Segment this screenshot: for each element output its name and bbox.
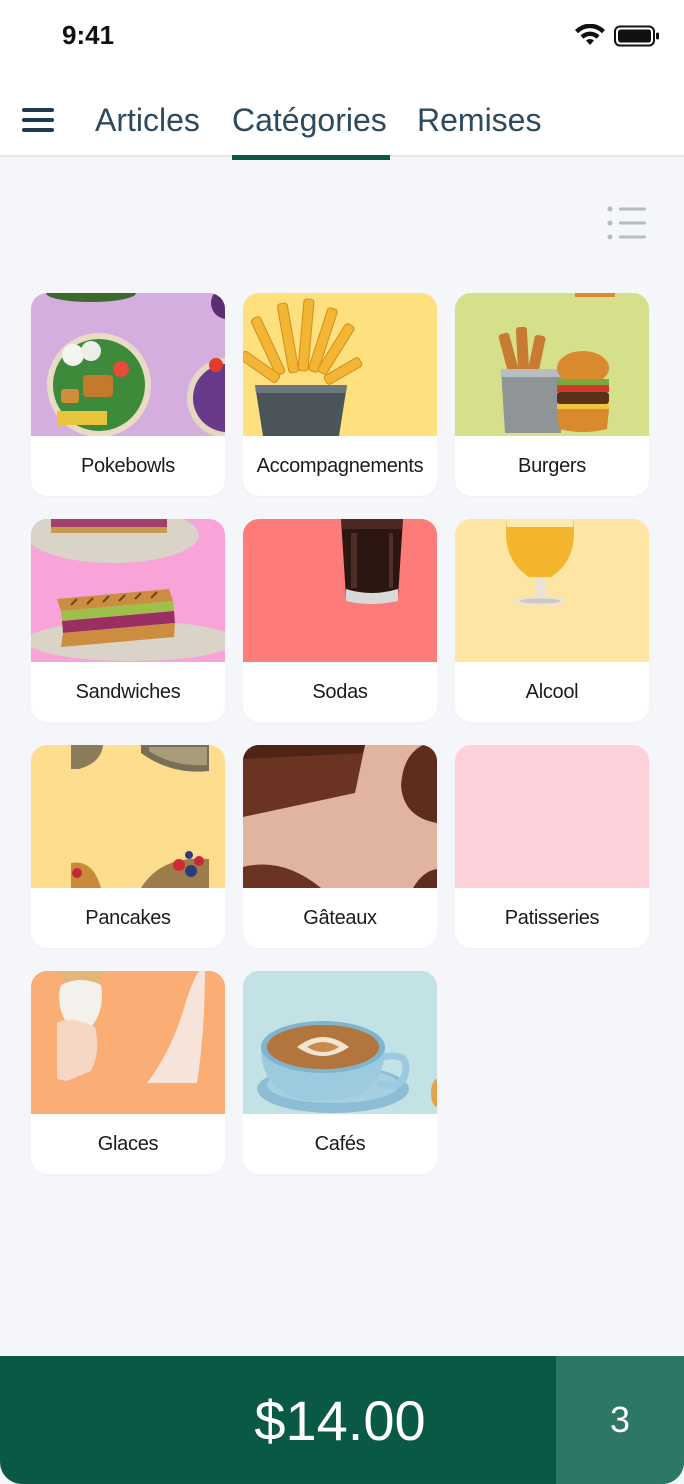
status-bar: 9:41: [0, 0, 684, 72]
category-card-patisseries[interactable]: Patisseries: [455, 745, 649, 948]
battery-icon: [614, 25, 659, 47]
category-card-accompagnements[interactable]: Accompagnements: [243, 293, 437, 496]
wifi-icon: [575, 24, 605, 45]
category-label: Pokebowls: [80, 454, 176, 477]
checkout-button[interactable]: $14.00 3: [0, 1356, 684, 1484]
cart-item-count[interactable]: 3: [556, 1356, 684, 1484]
hamburger-menu-icon[interactable]: [22, 106, 54, 134]
category-grid: Pokebowls Accompagnements Burgers Sandwi…: [31, 293, 651, 1174]
category-label: Sandwiches: [75, 680, 181, 703]
category-card-sodas[interactable]: Sodas: [243, 519, 437, 722]
category-image-glaces: [31, 971, 225, 1114]
category-label: Alcool: [525, 680, 579, 703]
category-image-pokebowls: [31, 293, 225, 436]
tab-categories[interactable]: Catégories: [232, 102, 390, 160]
category-label: Cafés: [314, 1132, 366, 1155]
category-card-cafes[interactable]: Cafés: [243, 971, 437, 1174]
list-view-icon[interactable]: [606, 204, 648, 244]
category-label: Accompagnements: [256, 454, 424, 477]
category-image-gateaux: [243, 745, 437, 888]
category-card-alcool[interactable]: Alcool: [455, 519, 649, 722]
status-time: 9:41: [62, 20, 115, 50]
category-card-sandwiches[interactable]: Sandwiches: [31, 519, 225, 722]
category-label: Patisseries: [504, 906, 600, 929]
tab-remises[interactable]: Remises: [417, 102, 541, 139]
category-image-accompagnements: [243, 293, 437, 436]
category-image-burgers: [455, 293, 649, 436]
top-navigation: Articles Catégories Remises: [0, 72, 684, 160]
category-label: Pancakes: [85, 906, 171, 929]
category-image-patisseries: [455, 745, 649, 888]
category-label: Sodas: [312, 680, 368, 703]
checkout-total: $14.00: [254, 1388, 426, 1452]
category-label: Burgers: [518, 454, 586, 477]
category-image-alcool: [455, 519, 649, 662]
category-image-pancakes: [31, 745, 225, 888]
category-card-gateaux[interactable]: Gâteaux: [243, 745, 437, 948]
category-image-sandwiches: [31, 519, 225, 662]
tab-articles[interactable]: Articles: [95, 102, 200, 139]
category-card-pokebowls[interactable]: Pokebowls: [31, 293, 225, 496]
category-label: Glaces: [97, 1132, 159, 1155]
category-label: Gâteaux: [303, 906, 377, 929]
category-card-glaces[interactable]: Glaces: [31, 971, 225, 1174]
category-card-burgers[interactable]: Burgers: [455, 293, 649, 496]
category-image-sodas: [243, 519, 437, 662]
category-image-cafes: [243, 971, 437, 1114]
category-card-pancakes[interactable]: Pancakes: [31, 745, 225, 948]
